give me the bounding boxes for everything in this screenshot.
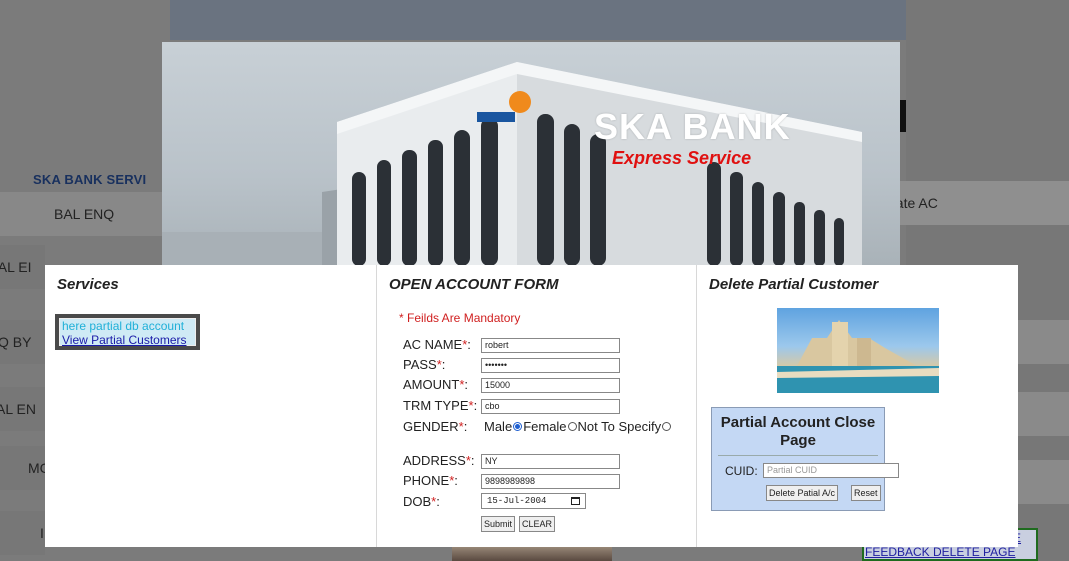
- pass-label-text: PASS: [403, 357, 437, 372]
- reset-button[interactable]: Reset: [851, 485, 881, 501]
- services-column: Services here partial db account View Pa…: [45, 265, 376, 547]
- services-link-box: here partial db account View Partial Cus…: [55, 314, 200, 350]
- partial-close-title: Partial Account Close Page: [720, 414, 876, 449]
- background-nav-label: Q BY: [0, 334, 32, 350]
- open-account-heading: OPEN ACCOUNT FORM: [389, 276, 559, 293]
- ac-name-input[interactable]: robert: [481, 338, 620, 353]
- amount-input[interactable]: 15000: [481, 378, 620, 393]
- amount-label-text: AMOUNT: [403, 377, 460, 392]
- background-nav-label: I: [40, 525, 44, 541]
- pass-input[interactable]: •••••••: [481, 358, 620, 373]
- address-input[interactable]: NY: [481, 454, 620, 469]
- calendar-icon[interactable]: [571, 497, 580, 505]
- required-star: *: [449, 473, 455, 488]
- trm-type-input[interactable]: cbo: [481, 399, 620, 414]
- gender-label: GENDER*:: [403, 419, 468, 434]
- dob-value: 15-Jul-2004: [487, 496, 547, 506]
- background-nav-item-2[interactable]: 3AL EI: [0, 245, 45, 289]
- mandatory-note: * Feilds Are Mandatory: [399, 311, 521, 325]
- gender-male-label: Male: [484, 419, 513, 434]
- view-partial-customers-link[interactable]: View Partial Customers: [62, 333, 195, 347]
- background-header-image: [170, 0, 906, 40]
- resort-illustration: [777, 320, 939, 393]
- clear-button[interactable]: CLEAR: [519, 516, 556, 532]
- required-star: *: [465, 453, 471, 468]
- background-thumbnail: [452, 546, 612, 561]
- bank-banner-image: SKA BANK Express Service: [162, 42, 900, 266]
- pass-label: PASS*:: [403, 357, 446, 372]
- gender-female-label: Female: [523, 419, 567, 434]
- background-nav-item-5[interactable]: MC: [0, 446, 45, 490]
- divider: [718, 455, 878, 456]
- cuid-input[interactable]: Partial CUID: [763, 463, 899, 478]
- ac-name-label-text: AC NAME: [403, 337, 463, 352]
- phone-label-text: PHONE: [403, 473, 450, 488]
- delete-partial-column: Delete Partial Customer Partial Account …: [696, 265, 1018, 547]
- background-nav-item-4[interactable]: AL EN: [0, 387, 45, 431]
- cuid-label: CUID:: [725, 464, 758, 478]
- phone-input[interactable]: 9898989898: [481, 474, 620, 489]
- services-panel: Services here partial db account View Pa…: [45, 265, 1018, 547]
- feedback-delete-link[interactable]: FEEDBACK DELETE PAGE: [865, 545, 1016, 559]
- resort-image: [777, 308, 939, 393]
- required-star: *: [459, 377, 465, 392]
- gender-female-radio[interactable]: [567, 422, 577, 432]
- gender-not-specify-radio[interactable]: [662, 422, 672, 432]
- services-link-list: here partial db account View Partial Cus…: [59, 318, 196, 347]
- gender-not-specify-label: Not To Specify: [577, 419, 662, 434]
- services-heading: Services: [57, 276, 119, 293]
- open-account-column: OPEN ACCOUNT FORM * Feilds Are Mandatory…: [376, 265, 696, 547]
- dob-date-input[interactable]: 15-Jul-2004: [481, 493, 586, 509]
- dob-label: DOB*:: [403, 494, 440, 509]
- background-sidebar-title: SKA BANK SERVI: [33, 172, 147, 187]
- address-label-text: ADDRESS: [403, 453, 466, 468]
- required-star: *: [436, 357, 442, 372]
- dob-label-text: DOB: [403, 494, 432, 509]
- background-nav-item-3[interactable]: Q BY: [0, 320, 45, 364]
- delete-partial-heading: Delete Partial Customer: [709, 276, 879, 293]
- required-star: *: [462, 337, 468, 352]
- trm-type-label: TRM TYPE*:: [403, 398, 478, 413]
- banner-subtitle: Express Service: [612, 148, 752, 168]
- bank-building-illustration: [162, 62, 862, 266]
- amount-label: AMOUNT*:: [403, 377, 469, 392]
- trm-type-label-text: TRM TYPE: [403, 398, 469, 413]
- banner-title: SKA BANK: [594, 106, 791, 147]
- background-nav-label: MC: [28, 460, 45, 476]
- partial-close-box: Partial Account Close Page CUID: Partial…: [711, 407, 899, 511]
- phone-label: PHONE*:: [403, 473, 458, 488]
- background-nav-item-6[interactable]: I: [0, 511, 45, 555]
- address-label: ADDRESS*:: [403, 453, 475, 468]
- partial-db-account-link[interactable]: here partial db account: [62, 319, 195, 333]
- submit-button[interactable]: Submit: [481, 516, 516, 532]
- gender-male-radio[interactable]: [513, 422, 523, 432]
- delete-partial-button[interactable]: Delete Patial A/c: [766, 485, 839, 501]
- gender-label-text: GENDER: [403, 419, 459, 434]
- ac-name-label: AC NAME*:: [403, 337, 471, 352]
- gender-radio-group: Male Female Not To Specify: [484, 419, 672, 434]
- required-star: *: [431, 494, 437, 509]
- required-star: *: [458, 419, 464, 434]
- background-nav-label: 3AL EI: [0, 259, 32, 275]
- background-nav-label: AL EN: [0, 401, 36, 417]
- required-star: *: [468, 398, 474, 413]
